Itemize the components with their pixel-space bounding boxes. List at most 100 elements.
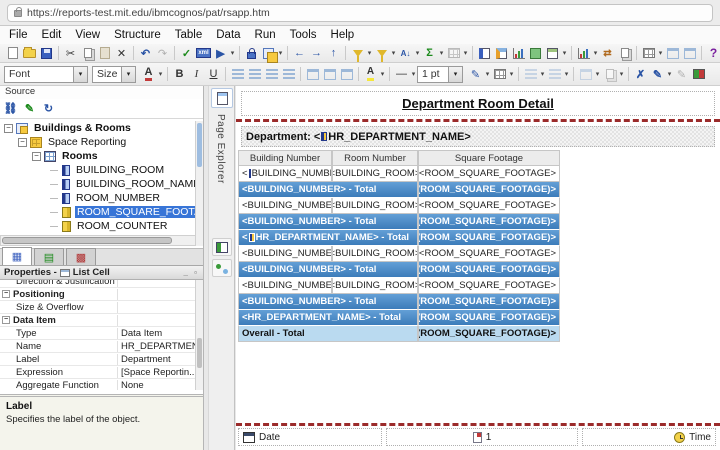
copy-style-dropdown[interactable] <box>618 66 625 82</box>
collapse-icon[interactable] <box>32 152 41 161</box>
menu-file[interactable]: File <box>2 29 35 41</box>
font-select[interactable]: Font <box>4 66 88 83</box>
section-icon[interactable] <box>445 45 462 61</box>
size-select-arrow[interactable] <box>121 67 135 82</box>
tree-item-package[interactable]: Buildings & Rooms <box>0 121 196 135</box>
copy-format-icon[interactable] <box>616 45 633 61</box>
sort-icon[interactable]: A↓ <box>397 45 414 61</box>
border-width-arrow[interactable] <box>448 67 462 82</box>
table-row[interactable]: <BUILDING_NUMBER> <BUILDING_ROOM> <ROOM_… <box>238 166 560 182</box>
property-row-name[interactable]: NameHR_DEPARTMENT <box>0 340 196 353</box>
table-row-total[interactable]: <BUILDING_NUMBER> - Total <Total(ROOM_SQ… <box>238 214 560 230</box>
line-style-dropdown[interactable] <box>410 66 417 82</box>
tree-item-room-square-footage[interactable]: ROOM_SQUARE_FOOTAGE <box>0 205 196 219</box>
sort-dropdown[interactable] <box>414 45 421 61</box>
table-row-overall-total[interactable]: Overall - Total <Total(ROOM_SQUARE_FOOTA… <box>238 326 560 342</box>
footer-page-cell[interactable]: 1 <box>386 428 578 446</box>
table-row[interactable]: <BUILDING_NUMBER> <BUILDING_ROOM> <ROOM_… <box>238 278 560 294</box>
border-color-dropdown[interactable] <box>484 66 491 82</box>
tree-item-building-room-name[interactable]: BUILDING_ROOM_NAME <box>0 177 196 191</box>
font-select-arrow[interactable] <box>73 67 87 82</box>
insert-chart-icon[interactable] <box>510 45 527 61</box>
tree-item-namespace[interactable]: Space Reporting <box>0 135 196 149</box>
menu-data[interactable]: Data <box>209 29 247 41</box>
edit-package-icon[interactable]: ✎ <box>22 101 37 116</box>
table-row[interactable]: <BUILDING_NUMBER> <BUILDING_ROOM> <ROOM_… <box>238 198 560 214</box>
go-up-icon[interactable]: ↑ <box>325 45 342 61</box>
collapse-group-icon[interactable] <box>2 290 10 298</box>
paste-icon[interactable] <box>96 45 113 61</box>
column-header[interactable]: Square Footage <box>418 150 560 166</box>
background-color-dropdown[interactable] <box>379 66 386 82</box>
font-color-dropdown[interactable] <box>157 66 164 82</box>
border-color-icon[interactable]: ✎ <box>467 66 484 82</box>
table-row-total[interactable]: <BUILDING_NUMBER> - Total <Total(ROOM_SQ… <box>238 182 560 198</box>
insert-repeater-dropdown[interactable] <box>561 45 568 61</box>
style-presets-dropdown[interactable] <box>594 66 601 82</box>
lock-icon[interactable] <box>243 45 260 61</box>
insert-crosstab-icon[interactable] <box>493 45 510 61</box>
view-xml-icon[interactable]: xml <box>195 45 212 61</box>
page-explorer-tab[interactable] <box>211 88 233 108</box>
copy-style-icon[interactable] <box>601 66 618 82</box>
menu-view[interactable]: View <box>68 29 107 41</box>
collapse-group-icon[interactable] <box>2 316 10 324</box>
query-explorer-tab[interactable] <box>212 238 232 256</box>
column-header[interactable]: Building Number <box>238 150 332 166</box>
properties-minimize-button[interactable]: _ ▫ <box>183 268 199 277</box>
align-center-icon[interactable] <box>246 66 263 82</box>
chart-type-dropdown[interactable] <box>592 45 599 61</box>
tree-item-room-counter[interactable]: ROOM_COUNTER <box>0 219 196 233</box>
url-field[interactable]: https://reports-test.mit.edu/ibmcognos/p… <box>7 4 713 22</box>
collapse-icon[interactable] <box>18 138 27 147</box>
table-row-total[interactable]: <BUILDING_NUMBER> - Total <Total(ROOM_SQ… <box>238 262 560 278</box>
insert-list-icon[interactable] <box>476 45 493 61</box>
cut-icon[interactable]: ✂ <box>62 45 79 61</box>
menu-edit[interactable]: Edit <box>35 29 69 41</box>
pickup-style-dropdown[interactable] <box>666 66 673 82</box>
menu-tools[interactable]: Tools <box>283 29 324 41</box>
increase-indent-dropdown[interactable] <box>563 66 570 82</box>
validate-report-icon[interactable]: ✓ <box>178 45 195 61</box>
valign-top-icon[interactable] <box>304 66 321 82</box>
property-row-expression[interactable]: Expression[Space Reportin... <box>0 366 196 379</box>
layers-dropdown[interactable] <box>277 45 284 61</box>
align-justify-icon[interactable] <box>280 66 297 82</box>
department-header-block[interactable]: Department: <HR_DEPARTMENT_NAME> <box>241 126 715 147</box>
menu-help[interactable]: Help <box>324 29 362 41</box>
bold-icon[interactable]: B <box>171 66 188 82</box>
swap-rows-columns-icon[interactable]: ⇄ <box>599 45 616 61</box>
condition-explorer-tab[interactable] <box>212 259 232 277</box>
align-right-icon[interactable] <box>263 66 280 82</box>
section-dropdown[interactable] <box>462 45 469 61</box>
conditional-styles-icon[interactable] <box>690 66 707 82</box>
report-list-table[interactable]: Building Number Room Number Square Foota… <box>238 150 560 342</box>
table-header-row[interactable]: Building Number Room Number Square Foota… <box>238 150 560 166</box>
underline-icon[interactable]: U <box>205 66 222 82</box>
advanced-filter-icon[interactable] <box>373 45 390 61</box>
insert-map-icon[interactable] <box>527 45 544 61</box>
link-package-icon[interactable]: ⛓ <box>3 101 18 116</box>
back-icon[interactable]: ← <box>291 45 308 61</box>
property-group-positioning[interactable]: Positioning <box>0 288 196 301</box>
department-field[interactable]: HR_DEPARTMENT_NAME> <box>328 131 471 143</box>
insert-table-icon[interactable] <box>640 45 657 61</box>
property-row-aggregate[interactable]: Aggregate FunctionNone <box>0 379 196 390</box>
redo-icon[interactable]: ↷ <box>154 45 171 61</box>
increase-indent-icon[interactable] <box>546 66 563 82</box>
new-report-icon[interactable] <box>4 45 21 61</box>
background-color-icon[interactable]: A <box>362 66 379 82</box>
size-select[interactable]: Size <box>92 66 136 83</box>
italic-icon[interactable]: I <box>188 66 205 82</box>
chart-type-icon[interactable] <box>575 45 592 61</box>
tree-item-room-number[interactable]: ROOM_NUMBER <box>0 191 196 205</box>
tab-toolbox[interactable]: ▩ <box>66 248 96 265</box>
headers-icon[interactable] <box>664 45 681 61</box>
filter-icon[interactable] <box>349 45 366 61</box>
footer-time-cell[interactable]: Time <box>582 428 716 446</box>
column-header[interactable]: Room Number <box>332 150 418 166</box>
reset-style-icon[interactable]: ✗ <box>632 66 649 82</box>
property-row[interactable]: Direction & Justification <box>0 280 196 288</box>
borders-dropdown[interactable] <box>508 66 515 82</box>
pickup-style-icon[interactable]: ✎ <box>649 66 666 82</box>
